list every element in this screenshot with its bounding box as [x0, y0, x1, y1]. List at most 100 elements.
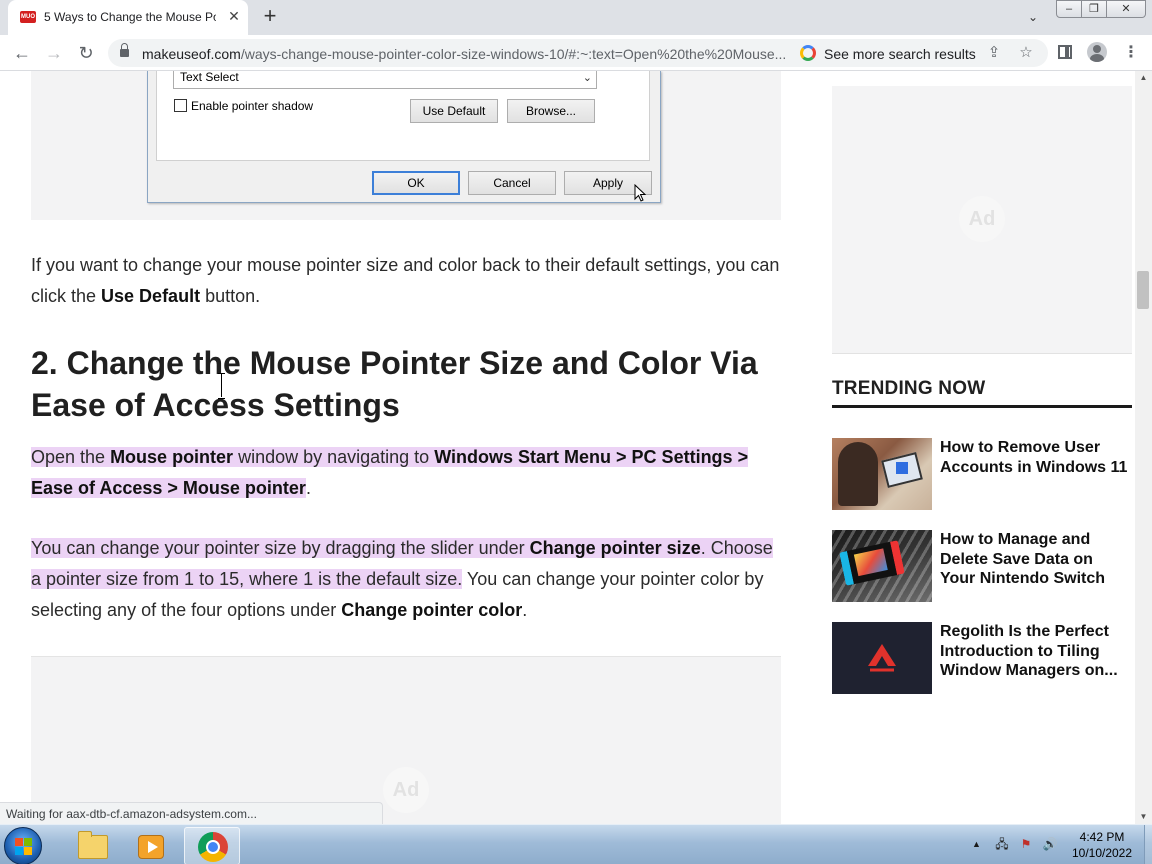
- clock-time: 4:42 PM: [1079, 830, 1125, 844]
- minimize-button[interactable]: –: [1056, 0, 1082, 18]
- show-hidden-icons-icon[interactable]: ▲: [972, 839, 981, 849]
- pointer-scheme-select: Text Select ⌄: [173, 71, 597, 89]
- trending-title[interactable]: How to Remove User Accounts in Windows 1…: [940, 438, 1130, 477]
- paragraph-use-default: If you want to change your mouse pointer…: [31, 250, 783, 312]
- para3-bold-1: Change pointer size: [529, 538, 701, 558]
- article-figure: Text Select ⌄ Enable pointer shadow Use …: [31, 71, 781, 220]
- url-host: makeuseof.com: [142, 46, 241, 62]
- trending-item[interactable]: Regolith Is the Perfect Introduction to …: [832, 622, 1132, 694]
- para2-text-1: Open the: [31, 447, 111, 467]
- para1-tail: button.: [200, 286, 261, 306]
- tab-search-icon[interactable]: ⌄: [1024, 8, 1042, 26]
- text-cursor-icon: [218, 373, 225, 399]
- network-icon[interactable]: 🖧: [994, 836, 1010, 852]
- tab-title: 5 Ways to Change the Mouse Pointer Color…: [44, 10, 216, 24]
- taskbar-chrome[interactable]: [184, 827, 240, 864]
- chrome-icon: [198, 832, 228, 862]
- trending-item[interactable]: How to Manage and Delete Save Data on Yo…: [832, 530, 1132, 602]
- trending-thumbnail[interactable]: [832, 438, 932, 510]
- forward-button[interactable]: →: [42, 41, 66, 65]
- thumbnail-person-shape: [838, 442, 878, 506]
- trending-thumbnail[interactable]: [832, 622, 932, 694]
- clock-date: 10/10/2022: [1071, 846, 1133, 860]
- url-text[interactable]: makeuseof.com/ways-change-mouse-pointer-…: [142, 46, 792, 62]
- dialog-panel: Text Select ⌄ Enable pointer shadow Use …: [156, 71, 650, 161]
- back-button[interactable]: ←: [10, 41, 34, 65]
- para2-text-3: .: [305, 478, 311, 498]
- profile-avatar-icon[interactable]: [1087, 42, 1107, 62]
- see-more-search-results[interactable]: See more search results: [824, 46, 976, 62]
- ok-button-image: OK: [372, 171, 460, 195]
- page-scrollbar[interactable]: ▲ ▼: [1135, 71, 1152, 824]
- arrow-pointer-icon: [634, 184, 646, 202]
- chevron-down-icon: ⌄: [582, 72, 592, 84]
- logo-square-red: [15, 838, 23, 846]
- sidebar-ad-slot[interactable]: Ad: [832, 86, 1132, 354]
- windows-taskbar: ▲ 🖧 ⚑ 🔊 4:42 PM 10/10/2022: [0, 824, 1152, 864]
- para2-highlight: Open the Mouse pointer window by navigat…: [31, 447, 749, 498]
- media-player-icon: [138, 835, 164, 859]
- browser-menu-icon[interactable]: ⋮: [1122, 43, 1140, 63]
- para3-bold-2: Change pointer color: [341, 600, 523, 620]
- volume-icon[interactable]: 🔊: [1042, 836, 1058, 852]
- ad-badge: Ad: [383, 767, 429, 813]
- bookmark-star-icon[interactable]: ☆: [1016, 43, 1036, 63]
- scroll-down-icon[interactable]: ▼: [1135, 810, 1152, 824]
- tab-strip: MUO 5 Ways to Change the Mouse Pointer C…: [0, 0, 1152, 35]
- para3-text-4: .: [522, 600, 528, 620]
- scroll-up-icon[interactable]: ▲: [1135, 71, 1152, 85]
- page-viewport: Text Select ⌄ Enable pointer shadow Use …: [0, 71, 1135, 824]
- taskbar-media-player[interactable]: [122, 827, 178, 864]
- taskbar-explorer[interactable]: [62, 827, 118, 864]
- status-bubble: Waiting for aax-dtb-cf.amazon-adsystem.c…: [0, 802, 383, 824]
- paragraph-pointer-size: You can change your pointer size by drag…: [31, 533, 783, 626]
- side-panel-icon[interactable]: [1058, 45, 1072, 59]
- trending-title[interactable]: Regolith Is the Perfect Introduction to …: [940, 622, 1130, 681]
- taskbar-clock[interactable]: 4:42 PM 10/10/2022: [1066, 829, 1138, 861]
- use-default-button-image: Use Default: [410, 99, 498, 123]
- scroll-thumb[interactable]: [1137, 271, 1149, 309]
- console-screen-shape: [853, 548, 888, 577]
- pointer-shadow-label: Enable pointer shadow: [191, 99, 314, 113]
- regolith-logo-icon: [868, 644, 896, 672]
- browser-toolbar: ← → ↻ makeuseof.com/ways-change-mouse-po…: [0, 35, 1152, 71]
- action-center-flag-icon[interactable]: ⚑: [1018, 836, 1034, 852]
- folder-icon: [78, 831, 108, 859]
- start-button[interactable]: [4, 827, 42, 864]
- pointer-shadow-checkbox: [174, 99, 187, 112]
- maximize-button[interactable]: ❐: [1081, 0, 1107, 18]
- trending-title[interactable]: How to Manage and Delete Save Data on Yo…: [940, 530, 1130, 589]
- inline-ad-slot[interactable]: Ad: [31, 656, 781, 824]
- new-tab-button[interactable]: +: [258, 4, 282, 28]
- para2-text-2: window by navigating to: [233, 447, 435, 467]
- active-tab[interactable]: MUO 5 Ways to Change the Mouse Pointer C…: [8, 0, 248, 35]
- para1-bold: Use Default: [101, 286, 201, 306]
- logo-square-green: [24, 838, 32, 846]
- paragraph-open-mouse-pointer: Open the Mouse pointer window by navigat…: [31, 442, 783, 504]
- trending-thumbnail[interactable]: [832, 530, 932, 602]
- windows-logo-icon: [896, 462, 908, 474]
- select-value: Text Select: [180, 71, 239, 84]
- lock-icon[interactable]: [120, 43, 129, 58]
- sidebar-ad-badge: Ad: [959, 196, 1005, 242]
- para3-text-1: You can change your pointer size by drag…: [31, 538, 530, 558]
- tab-close-icon[interactable]: ✕: [226, 8, 242, 24]
- show-desktop-button[interactable]: [1144, 825, 1152, 864]
- logo-square-yellow: [24, 847, 32, 855]
- share-icon[interactable]: ⇪: [984, 43, 1004, 63]
- url-path: /ways-change-mouse-pointer-color-size-wi…: [240, 46, 787, 62]
- browse-button-image: Browse...: [507, 99, 595, 123]
- reload-button[interactable]: ↻: [74, 41, 98, 65]
- cancel-button-image: Cancel: [468, 171, 556, 195]
- muo-favicon-icon: MUO: [20, 11, 36, 23]
- trending-now-heading: TRENDING NOW: [832, 378, 1132, 408]
- logo-square-blue: [15, 847, 23, 855]
- windows-start-icon: [15, 838, 33, 856]
- mouse-properties-dialog-image: Text Select ⌄ Enable pointer shadow Use …: [147, 71, 661, 203]
- trending-item[interactable]: How to Remove User Accounts in Windows 1…: [832, 438, 1132, 510]
- close-window-button[interactable]: ✕: [1106, 0, 1146, 18]
- para2-bold-1: Mouse pointer: [110, 447, 234, 467]
- section-heading: 2. Change the Mouse Pointer Size and Col…: [31, 345, 758, 423]
- address-bar[interactable]: makeuseof.com/ways-change-mouse-pointer-…: [108, 39, 1048, 67]
- google-icon: [800, 45, 816, 61]
